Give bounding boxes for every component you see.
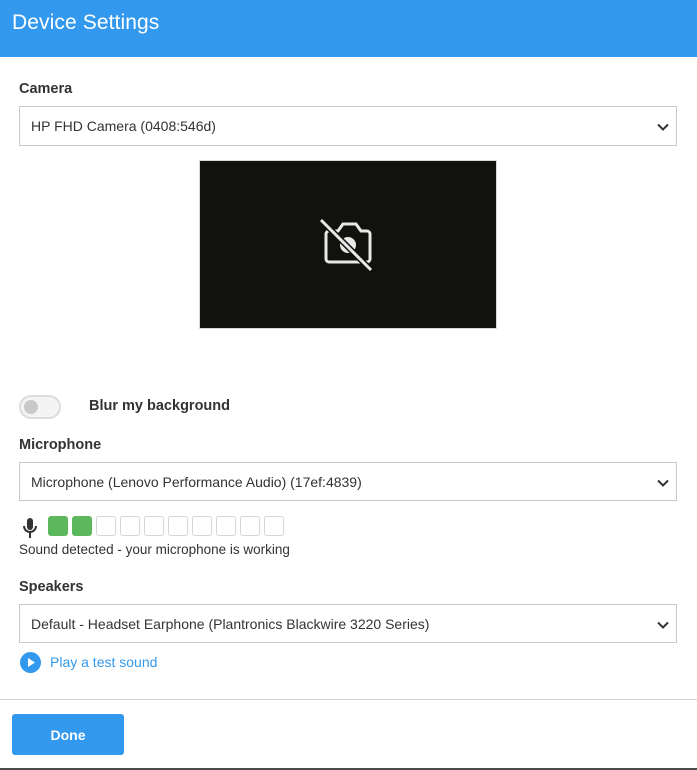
level-cell <box>48 516 68 536</box>
level-cell <box>72 516 92 536</box>
camera-preview <box>199 160 497 329</box>
level-cell <box>96 516 116 536</box>
speakers-select[interactable]: Default - Headset Earphone (Plantronics … <box>19 604 677 643</box>
chevron-down-icon <box>657 479 669 487</box>
dialog-title: Device Settings <box>12 11 160 34</box>
microphone-status: Sound detected - your microphone is work… <box>19 542 290 557</box>
level-cell <box>264 516 284 536</box>
camera-label: Camera <box>19 81 73 97</box>
microphone-select-value: Microphone (Lenovo Performance Audio) (1… <box>31 474 362 490</box>
level-cell <box>216 516 236 536</box>
dialog-header: Device Settings <box>0 0 697 57</box>
level-cell <box>168 516 188 536</box>
microphone-icon <box>23 518 37 538</box>
play-test-sound-link[interactable]: Play a test sound <box>20 651 157 673</box>
speakers-select-value: Default - Headset Earphone (Plantronics … <box>31 616 430 632</box>
blur-background-toggle[interactable] <box>19 395 61 419</box>
play-icon <box>20 651 41 673</box>
done-button[interactable]: Done <box>12 714 124 755</box>
level-cell <box>192 516 212 536</box>
chevron-down-icon <box>657 621 669 629</box>
toggle-knob <box>24 400 38 414</box>
play-test-sound-label: Play a test sound <box>50 654 158 670</box>
level-cell <box>120 516 140 536</box>
camera-select-value: HP FHD Camera (0408:546d) <box>31 118 216 134</box>
chevron-down-icon <box>657 123 669 131</box>
microphone-label: Microphone <box>19 437 102 453</box>
level-cell <box>144 516 164 536</box>
level-cell <box>240 516 260 536</box>
speakers-label: Speakers <box>19 579 84 595</box>
blur-background-label: Blur my background <box>89 398 230 414</box>
camera-select[interactable]: HP FHD Camera (0408:546d) <box>19 106 677 146</box>
footer-divider <box>0 699 697 700</box>
camera-off-icon <box>318 217 374 273</box>
microphone-level-meter <box>48 516 284 536</box>
microphone-select[interactable]: Microphone (Lenovo Performance Audio) (1… <box>19 462 677 501</box>
